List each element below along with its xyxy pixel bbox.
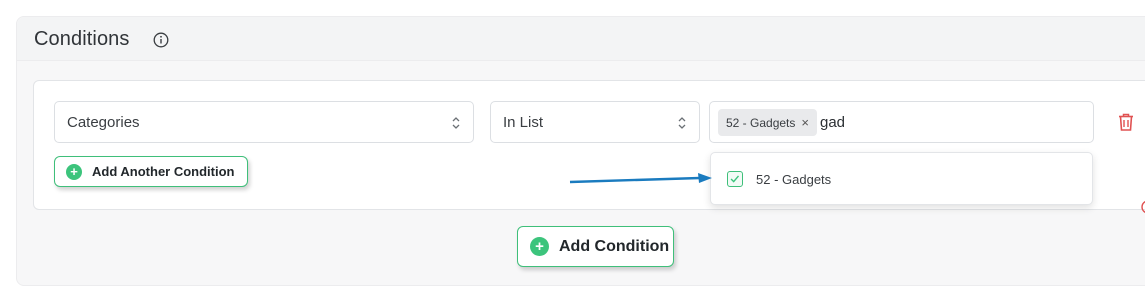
value-tag-input[interactable]: 52 - Gadgets × gad xyxy=(709,101,1094,143)
add-another-condition-button[interactable]: + Add Another Condition xyxy=(54,156,248,187)
dropdown-option[interactable]: 52 - Gadgets xyxy=(727,171,831,187)
search-text[interactable]: gad xyxy=(820,114,845,131)
info-circle-icon[interactable] xyxy=(153,32,169,48)
add-another-condition-label: Add Another Condition xyxy=(92,164,235,179)
dropdown-option-label: 52 - Gadgets xyxy=(756,171,832,187)
annotation-arrow-icon xyxy=(569,173,712,184)
cutoff-circle-icon xyxy=(1141,201,1145,213)
tag-remove-icon[interactable]: × xyxy=(801,115,809,130)
panel-header: Conditions xyxy=(17,17,1145,61)
operator-select[interactable]: In List xyxy=(490,101,700,143)
field-select-value: Categories xyxy=(67,114,140,131)
chevron-updown-icon xyxy=(452,117,460,129)
tag-label: 52 - Gadgets xyxy=(726,115,796,130)
trash-icon[interactable] xyxy=(1117,112,1135,132)
add-condition-button[interactable]: + Add Condition xyxy=(517,226,674,267)
value-dropdown: 52 - Gadgets xyxy=(710,152,1093,205)
checkbox-checked-icon[interactable] xyxy=(727,171,743,187)
field-select[interactable]: Categories xyxy=(54,101,474,143)
plus-circle-icon: + xyxy=(66,163,82,180)
add-condition-label: Add Condition xyxy=(559,237,670,255)
section-title: Conditions xyxy=(34,28,130,50)
chevron-updown-icon xyxy=(678,117,686,129)
plus-circle-icon: + xyxy=(530,237,549,256)
operator-select-value: In List xyxy=(503,114,544,131)
selected-tag: 52 - Gadgets × xyxy=(718,109,817,136)
